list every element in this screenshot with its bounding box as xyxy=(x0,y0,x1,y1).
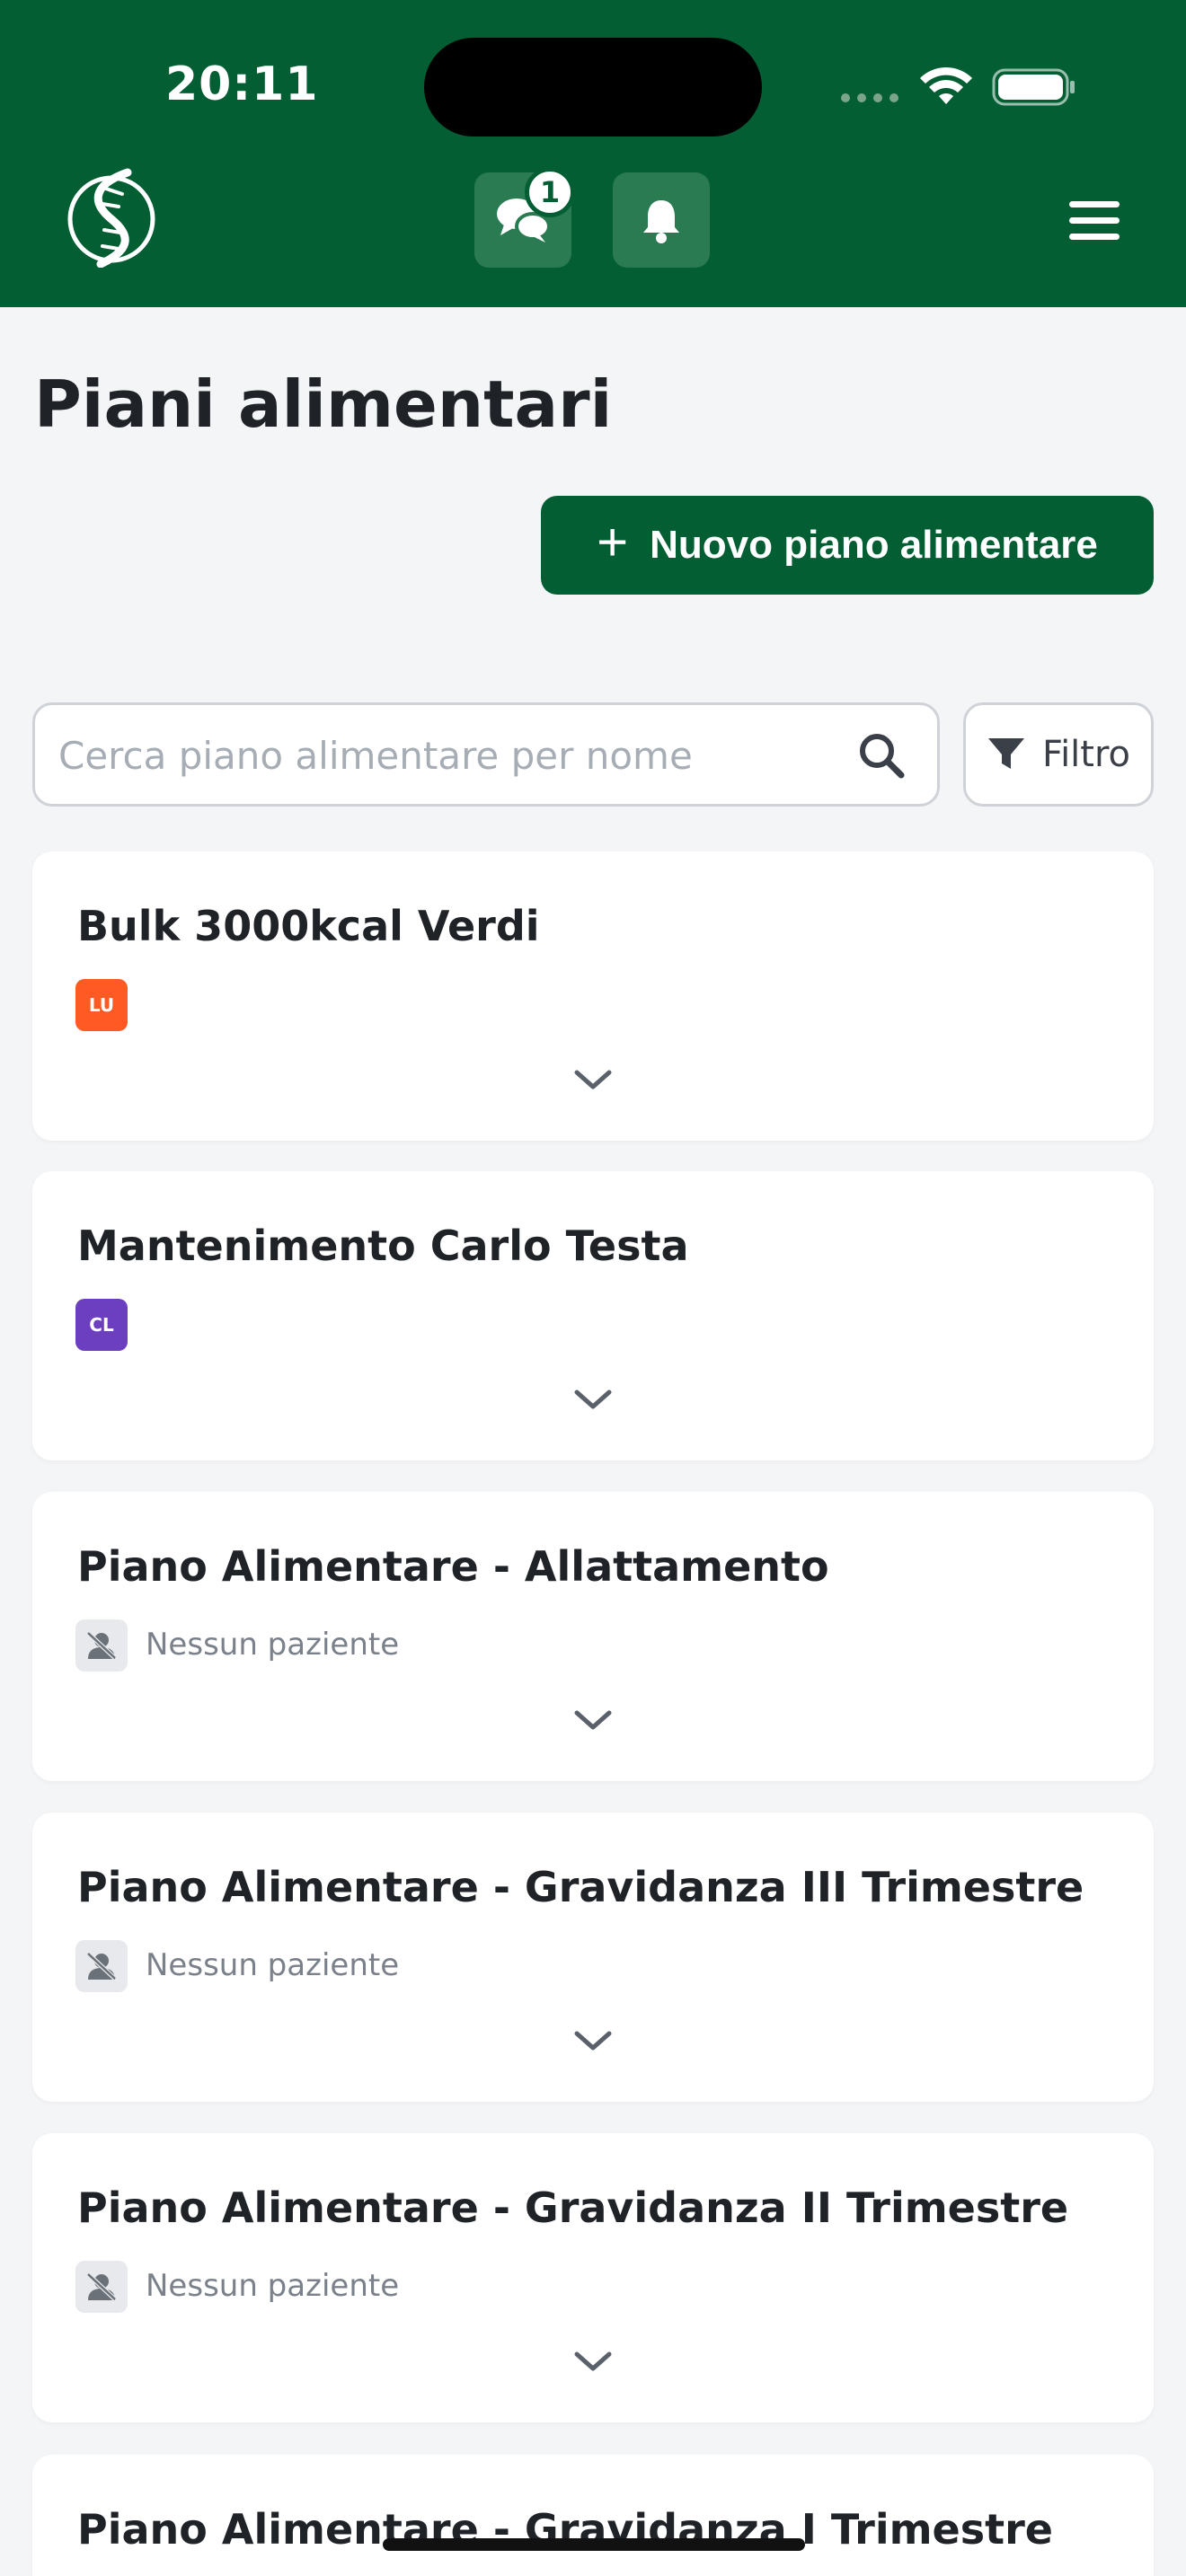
no-patient-icon xyxy=(75,1619,128,1672)
chevron-down-icon[interactable] xyxy=(571,1387,615,1412)
chat-badge: 1 xyxy=(525,167,575,217)
meal-plan-card[interactable]: Bulk 3000kcal Verdi LU xyxy=(32,851,1154,1141)
meal-plan-card[interactable]: Piano Alimentare - Gravidanza II Trimest… xyxy=(32,2133,1154,2422)
battery-icon xyxy=(992,68,1075,106)
chevron-down-icon[interactable] xyxy=(571,1707,615,1733)
meal-plan-title: Piano Alimentare - Allattamento xyxy=(77,1542,829,1591)
notifications-button[interactable] xyxy=(613,172,710,268)
status-time: 20:11 xyxy=(165,57,319,111)
plus-icon: + xyxy=(597,512,629,572)
no-patient-label: Nessun paziente xyxy=(146,1627,400,1663)
cellular-signal-icon xyxy=(841,93,898,102)
no-patient-icon xyxy=(75,2261,128,2313)
meal-plan-card[interactable]: Piano Alimentare - Gravidanza III Trimes… xyxy=(32,1813,1154,2102)
meal-plan-title: Bulk 3000kcal Verdi xyxy=(77,902,540,950)
no-patient-icon xyxy=(75,1940,128,1992)
home-indicator xyxy=(383,2538,805,2551)
meal-plan-card[interactable]: Mantenimento Carlo Testa CL xyxy=(32,1171,1154,1460)
funnel-icon xyxy=(987,738,1024,769)
patient-avatar: LU xyxy=(75,979,128,1031)
meal-plan-card[interactable]: Piano Alimentare - Allattamento Nessun p… xyxy=(32,1492,1154,1781)
bell-icon xyxy=(643,200,679,243)
chevron-down-icon[interactable] xyxy=(571,2349,615,2374)
filter-button[interactable]: Filtro xyxy=(963,702,1154,807)
meal-plan-card[interactable]: Piano Alimentare - Gravidanza I Trimestr… xyxy=(32,2455,1154,2576)
search-box xyxy=(32,702,940,807)
no-patient-label: Nessun paziente xyxy=(146,2268,400,2304)
patient-avatar: CL xyxy=(75,1299,128,1351)
dynamic-island xyxy=(424,38,762,137)
meal-plan-title: Piano Alimentare - Gravidanza III Trimes… xyxy=(77,1863,1084,1911)
filter-label: Filtro xyxy=(1041,734,1131,775)
meal-plan-title: Mantenimento Carlo Testa xyxy=(77,1222,689,1270)
hamburger-menu-icon[interactable] xyxy=(1069,199,1120,243)
page-title: Piani alimentari xyxy=(34,366,613,442)
new-meal-plan-button[interactable]: + Nuovo piano alimentare xyxy=(541,496,1154,595)
dna-helix-icon[interactable] xyxy=(65,167,158,268)
chevron-down-icon[interactable] xyxy=(571,2028,615,2053)
no-patient-label: Nessun paziente xyxy=(146,1947,400,1983)
chevron-down-icon[interactable] xyxy=(571,1067,615,1092)
meal-plan-title: Piano Alimentare - Gravidanza II Trimest… xyxy=(77,2183,1069,2232)
app-header: 20:11 1 xyxy=(0,0,1186,307)
new-meal-plan-label: Nuovo piano alimentare xyxy=(650,523,1098,567)
wifi-icon xyxy=(920,66,972,104)
search-icon[interactable] xyxy=(856,730,907,781)
search-input[interactable] xyxy=(57,705,851,806)
